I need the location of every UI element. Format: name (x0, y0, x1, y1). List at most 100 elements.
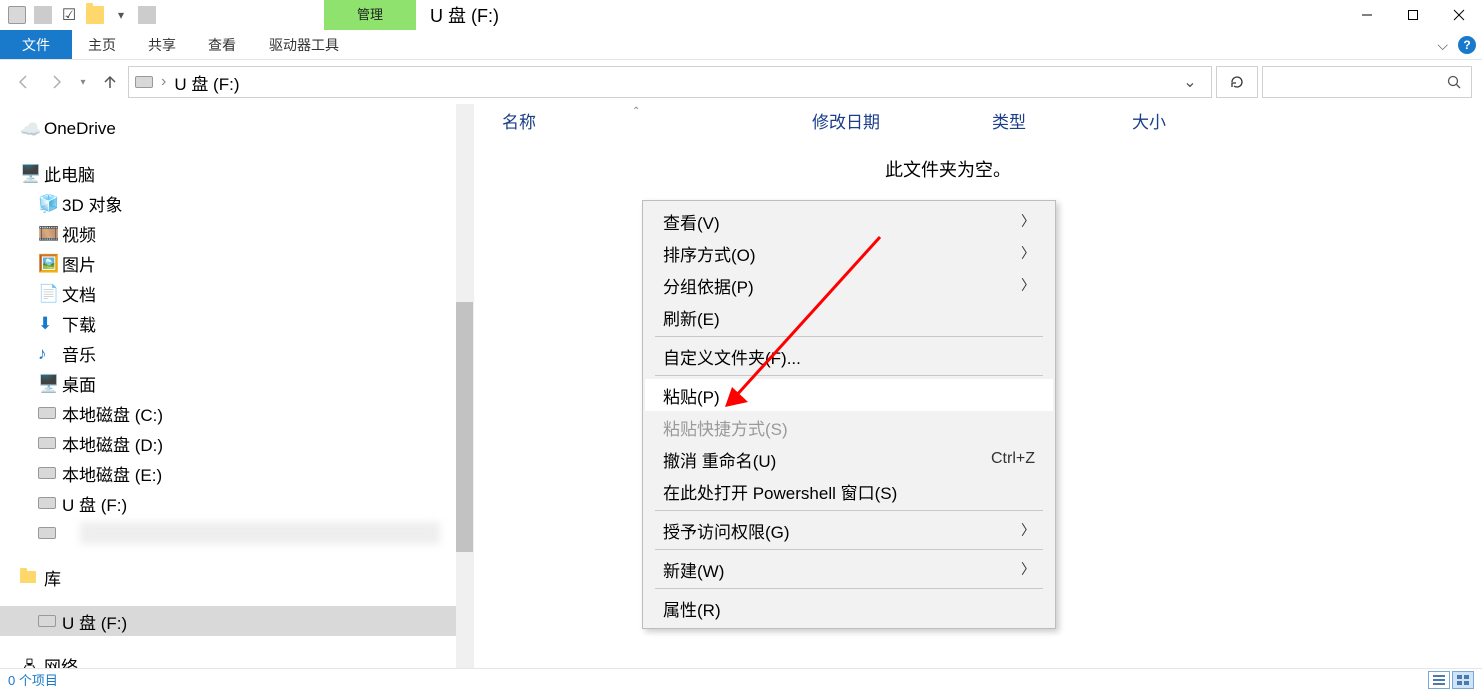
drive-icon (38, 434, 56, 452)
minimize-button[interactable] (1344, 0, 1390, 30)
nav-libraries[interactable]: 库 (20, 562, 473, 592)
tab-drive-tools[interactable]: 驱动器工具 (258, 30, 350, 59)
separator (655, 549, 1043, 550)
download-icon: ⬇ (38, 314, 56, 332)
address-dropdown-icon[interactable]: ⌄ (1175, 72, 1205, 92)
drive-icon (38, 524, 56, 542)
nav-onedrive[interactable]: ☁️OneDrive (20, 114, 473, 144)
drive-icon (38, 404, 56, 422)
contextual-tab-manage[interactable]: 管理 (324, 0, 416, 30)
nav-documents[interactable]: 📄文档 (20, 278, 473, 308)
nav-label: 视频 (62, 221, 96, 246)
address-bar[interactable]: › U 盘 (F:) ⌄ (128, 66, 1212, 98)
ctx-label: 排序方式(O) (663, 241, 756, 266)
column-name[interactable]: 名称⌃ (502, 108, 812, 133)
maximize-button[interactable] (1390, 0, 1436, 30)
nav-pictures[interactable]: 🖼️图片 (20, 248, 473, 278)
search-icon (1447, 75, 1461, 89)
network-icon: 🖧 (20, 656, 38, 668)
ctx-paste[interactable]: 粘贴(P) (645, 379, 1053, 411)
chevron-right-icon: 〉 (1021, 243, 1035, 263)
nav-label: 桌面 (62, 371, 96, 396)
back-button[interactable] (10, 68, 38, 96)
checkbox-icon[interactable]: ☑ (60, 6, 78, 24)
nav-label: 文档 (62, 281, 96, 306)
close-button[interactable] (1436, 0, 1482, 30)
help-icon[interactable]: ? (1458, 36, 1476, 54)
empty-folder-message: 此文件夹为空。 (474, 156, 1482, 182)
forward-button[interactable] (42, 68, 70, 96)
nav-label: 音乐 (62, 341, 96, 366)
ctx-label: 撤消 重命名(U) (663, 447, 776, 472)
ctx-access[interactable]: 授予访问权限(G)〉 (645, 514, 1053, 546)
ctx-label: 在此处打开 Powershell 窗口(S) (663, 479, 897, 504)
nav-label: 下载 (62, 311, 96, 336)
ctx-group[interactable]: 分组依据(P)〉 (645, 269, 1053, 301)
ctx-powershell[interactable]: 在此处打开 Powershell 窗口(S) (645, 475, 1053, 507)
view-large-icons-icon[interactable] (1452, 671, 1474, 689)
navigation-pane[interactable]: ☁️OneDrive 🖥️此电脑 🧊3D 对象 🎞️ 视频 🖼️图片 📄文档 ⬇ 下… (0, 104, 474, 668)
view-details-icon[interactable] (1428, 671, 1450, 689)
nav-3d-objects[interactable]: 🧊3D 对象 (20, 188, 473, 218)
ctx-shortcut: Ctrl+Z (991, 450, 1035, 468)
chevron-right-icon: 〉 (1021, 275, 1035, 295)
nav-desktop[interactable]: 🖥️桌面 (20, 368, 473, 398)
nav-label: 图片 (62, 251, 96, 276)
address-text[interactable]: U 盘 (F:) (174, 70, 239, 95)
redacted-label (80, 522, 440, 544)
ctx-view[interactable]: 查看(V) 〉 (645, 205, 1053, 237)
nav-disk-e[interactable]: 本地磁盘 (E:) (20, 458, 473, 488)
nav-disk-c[interactable]: 本地磁盘 (C:) (20, 398, 473, 428)
nav-this-pc[interactable]: 🖥️此电脑 (20, 158, 473, 188)
refresh-button[interactable] (1216, 66, 1258, 98)
nav-usb-f-selected[interactable]: U 盘 (F:) (0, 606, 473, 636)
nav-redacted[interactable] (20, 518, 473, 548)
video-icon: 🎞️ (38, 224, 56, 242)
nav-videos[interactable]: 🎞️ 视频 (20, 218, 473, 248)
up-button[interactable] (96, 68, 124, 96)
nav-downloads[interactable]: ⬇ 下载 (20, 308, 473, 338)
column-size[interactable]: 大小 (1132, 108, 1252, 133)
ctx-label: 授予访问权限(G) (663, 518, 790, 543)
search-input[interactable] (1262, 66, 1472, 98)
separator (655, 588, 1043, 589)
nav-disk-d[interactable]: 本地磁盘 (D:) (20, 428, 473, 458)
scrollbar-thumb[interactable] (456, 302, 473, 552)
column-date[interactable]: 修改日期 (812, 108, 992, 133)
tab-share[interactable]: 共享 (132, 30, 192, 59)
ctx-paste-shortcut: 粘贴快捷方式(S) (645, 411, 1053, 443)
music-icon: ♪ (38, 344, 56, 362)
ribbon-expand-icon[interactable]: ⌵ (1437, 37, 1448, 54)
ctx-label: 查看(V) (663, 209, 720, 234)
drive-icon (38, 494, 56, 512)
tab-home[interactable]: 主页 (72, 30, 132, 59)
drive-icon (8, 6, 26, 24)
ctx-new[interactable]: 新建(W)〉 (645, 553, 1053, 585)
status-item-count: 0 个项目 (8, 670, 58, 689)
ctx-properties[interactable]: 属性(R) (645, 592, 1053, 624)
ctx-customize[interactable]: 自定义文件夹(F)... (645, 340, 1053, 372)
nav-label: OneDrive (44, 119, 116, 139)
separator (655, 336, 1043, 337)
chevron-right-icon: 〉 (1021, 211, 1035, 231)
ctx-label: 刷新(E) (663, 305, 720, 330)
ctx-sort[interactable]: 排序方式(O) 〉 (645, 237, 1053, 269)
nav-network[interactable]: 🖧网络 (20, 650, 473, 668)
ctx-undo[interactable]: 撤消 重命名(U) Ctrl+Z (645, 443, 1053, 475)
qat-dropdown-icon[interactable]: ▾ (112, 6, 130, 24)
nav-usb-f[interactable]: U 盘 (F:) (20, 488, 473, 518)
nav-label: U 盘 (F:) (62, 609, 127, 634)
window-title: U 盘 (F:) (416, 2, 499, 28)
column-type[interactable]: 类型 (992, 108, 1132, 133)
ctx-label: 粘贴(P) (663, 383, 720, 408)
folder-icon[interactable] (86, 6, 104, 24)
tab-file[interactable]: 文件 (0, 30, 72, 59)
tab-view[interactable]: 查看 (192, 30, 252, 59)
context-menu: 查看(V) 〉 排序方式(O) 〉 分组依据(P)〉 刷新(E) 自定义文件夹(F)… (642, 200, 1056, 629)
recent-dropdown-icon[interactable]: ▾ (74, 68, 92, 96)
nav-label: 本地磁盘 (D:) (62, 431, 163, 456)
nav-music[interactable]: ♪ 音乐 (20, 338, 473, 368)
chevron-right-icon: 〉 (1021, 559, 1035, 579)
drive-icon (38, 464, 56, 482)
ctx-refresh[interactable]: 刷新(E) (645, 301, 1053, 333)
